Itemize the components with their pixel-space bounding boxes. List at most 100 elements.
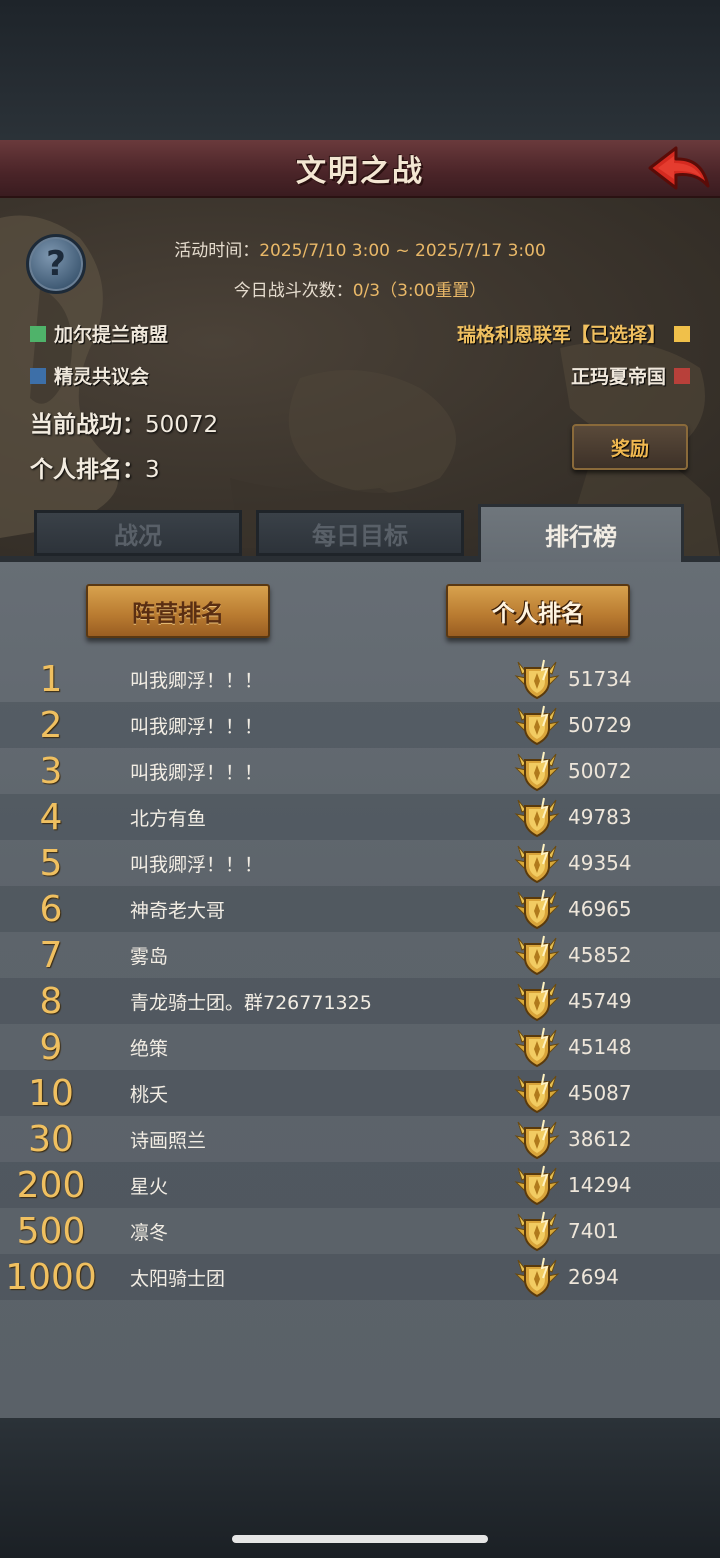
rank-number: 6 (39, 888, 63, 930)
faction-color-square (674, 325, 690, 342)
rank-shield-badge-icon (514, 1256, 560, 1298)
player-name: 太阳骑士团 (130, 1267, 226, 1290)
faction-name: 正玛夏帝国 (570, 366, 666, 388)
event-time-label: 活动时间： (174, 241, 260, 261)
rank-number: 9 (39, 1026, 63, 1068)
player-score: 51734 (568, 667, 632, 691)
rank-shield-badge-icon (514, 796, 560, 838)
table-row[interactable]: 500 凛冬 7401 (0, 1208, 720, 1254)
rank-label: 个人排名： (30, 457, 145, 483)
table-row[interactable]: 10 桃夭 45087 (0, 1070, 720, 1116)
faction-blue: 精灵共议会 (30, 362, 149, 389)
rank-number: 1000 (5, 1256, 97, 1298)
top-background (0, 0, 720, 140)
merit-label: 当前战功： (30, 412, 145, 438)
rank-shield-badge-icon (514, 1072, 560, 1114)
personal-ranking-button[interactable]: 个人排名 (446, 584, 630, 638)
player-name: 神奇老大哥 (130, 899, 226, 922)
rank-shield-badge-icon (514, 658, 560, 700)
player-score: 38612 (568, 1127, 632, 1151)
player-score: 14294 (568, 1173, 632, 1197)
faction-green: 加尔提兰商盟 (30, 320, 168, 347)
table-row[interactable]: 2 叫我卿浮！！！ 50729 (0, 702, 720, 748)
table-row[interactable]: 1000 太阳骑士团 2694 (0, 1254, 720, 1300)
battle-count-value: 0/3（3:00重置） (352, 281, 487, 301)
tab-bar: 战况 每日目标 排行榜 (0, 500, 720, 562)
player-name: 绝策 (130, 1037, 169, 1060)
player-name: 雾岛 (130, 945, 169, 968)
table-row[interactable]: 4 北方有鱼 49783 (0, 794, 720, 840)
table-row[interactable]: 3 叫我卿浮！！！ 50072 (0, 748, 720, 794)
player-score: 45087 (568, 1081, 632, 1105)
rank-shield-badge-icon (514, 750, 560, 792)
player-name: 星火 (130, 1175, 169, 1198)
rank-number: 500 (16, 1210, 86, 1252)
rank-shield-badge-icon (514, 888, 560, 930)
page-title: 文明之战 (296, 154, 424, 189)
rank-shield-badge-icon (514, 1118, 560, 1160)
player-score: 45749 (568, 989, 632, 1013)
rank-shield-badge-icon (514, 934, 560, 976)
player-score: 50072 (568, 759, 632, 783)
player-score: 45148 (568, 1035, 632, 1059)
player-name: 青龙骑士团。群726771325 (130, 991, 372, 1014)
tab-battle-status[interactable]: 战况 (34, 510, 242, 556)
player-score: 2694 (568, 1265, 619, 1289)
rank-shield-badge-icon (514, 1164, 560, 1206)
personal-rank: 个人排名：3 (30, 450, 160, 484)
rank-number: 200 (16, 1164, 86, 1206)
table-row[interactable]: 6 神奇老大哥 46965 (0, 886, 720, 932)
rank-shield-badge-icon (514, 842, 560, 884)
back-arrow-icon (648, 146, 710, 190)
camp-ranking-button[interactable]: 阵营排名 (86, 584, 270, 638)
rank-shield-badge-icon (514, 980, 560, 1022)
player-score: 49783 (568, 805, 632, 829)
faction-red: 正玛夏帝国 (571, 362, 690, 389)
player-name: 叫我卿浮！！！ (130, 853, 264, 876)
rank-shield-badge-icon (514, 1210, 560, 1252)
player-score: 50729 (568, 713, 632, 737)
back-button[interactable] (646, 142, 712, 196)
player-name: 凛冬 (130, 1221, 169, 1244)
rank-number: 3 (39, 750, 63, 792)
reward-button[interactable]: 奖励 (572, 424, 688, 470)
home-indicator[interactable] (232, 1535, 488, 1543)
player-name: 叫我卿浮！！！ (130, 761, 264, 784)
player-score: 7401 (568, 1219, 619, 1243)
tab-leaderboard[interactable]: 排行榜 (478, 504, 684, 562)
rank-number: 4 (39, 796, 63, 838)
table-row[interactable]: 8 青龙骑士团。群726771325 45749 (0, 978, 720, 1024)
tab-daily-goals[interactable]: 每日目标 (256, 510, 464, 556)
player-name: 叫我卿浮！！！ (130, 715, 264, 738)
faction-name: 精灵共议会 (54, 366, 150, 388)
rank-number: 2 (39, 704, 63, 746)
rank-number: 30 (28, 1118, 74, 1160)
rank-number: 7 (39, 934, 63, 976)
rank-value: 3 (145, 457, 160, 483)
faction-color-square (30, 367, 46, 384)
event-time: 活动时间：2025/7/10 3:00 ~ 2025/7/17 3:00 (0, 236, 720, 261)
table-row[interactable]: 5 叫我卿浮！！！ 49354 (0, 840, 720, 886)
player-score: 45852 (568, 943, 632, 967)
faction-name: 瑞格利恩联军【已选择】 (456, 324, 666, 346)
table-row[interactable]: 9 绝策 45148 (0, 1024, 720, 1070)
table-row[interactable]: 1 叫我卿浮！！！ 51734 (0, 656, 720, 702)
rank-number: 1 (39, 658, 63, 700)
rank-shield-badge-icon (514, 704, 560, 746)
table-row[interactable]: 7 雾岛 45852 (0, 932, 720, 978)
rank-number: 10 (28, 1072, 74, 1114)
player-name: 北方有鱼 (130, 807, 207, 830)
battle-count: 今日战斗次数：0/3（3:00重置） (0, 276, 720, 301)
faction-name: 加尔提兰商盟 (54, 324, 169, 346)
merit-value: 50072 (145, 412, 219, 438)
title-bar: 文明之战 (0, 140, 720, 198)
ranking-list: 1 叫我卿浮！！！ 51734 2 叫我卿浮！！！ 50729 3 叫我卿浮！！！ 50072 4… (0, 656, 720, 1300)
player-score: 49354 (568, 851, 632, 875)
battle-count-label: 今日战斗次数： (233, 281, 353, 301)
player-name: 诗画照兰 (130, 1129, 207, 1152)
faction-yellow: 瑞格利恩联军【已选择】 (457, 320, 690, 347)
table-row[interactable]: 30 诗画照兰 38612 (0, 1116, 720, 1162)
player-name: 叫我卿浮！！！ (130, 669, 264, 692)
table-row[interactable]: 200 星火 14294 (0, 1162, 720, 1208)
rank-number: 5 (39, 842, 63, 884)
